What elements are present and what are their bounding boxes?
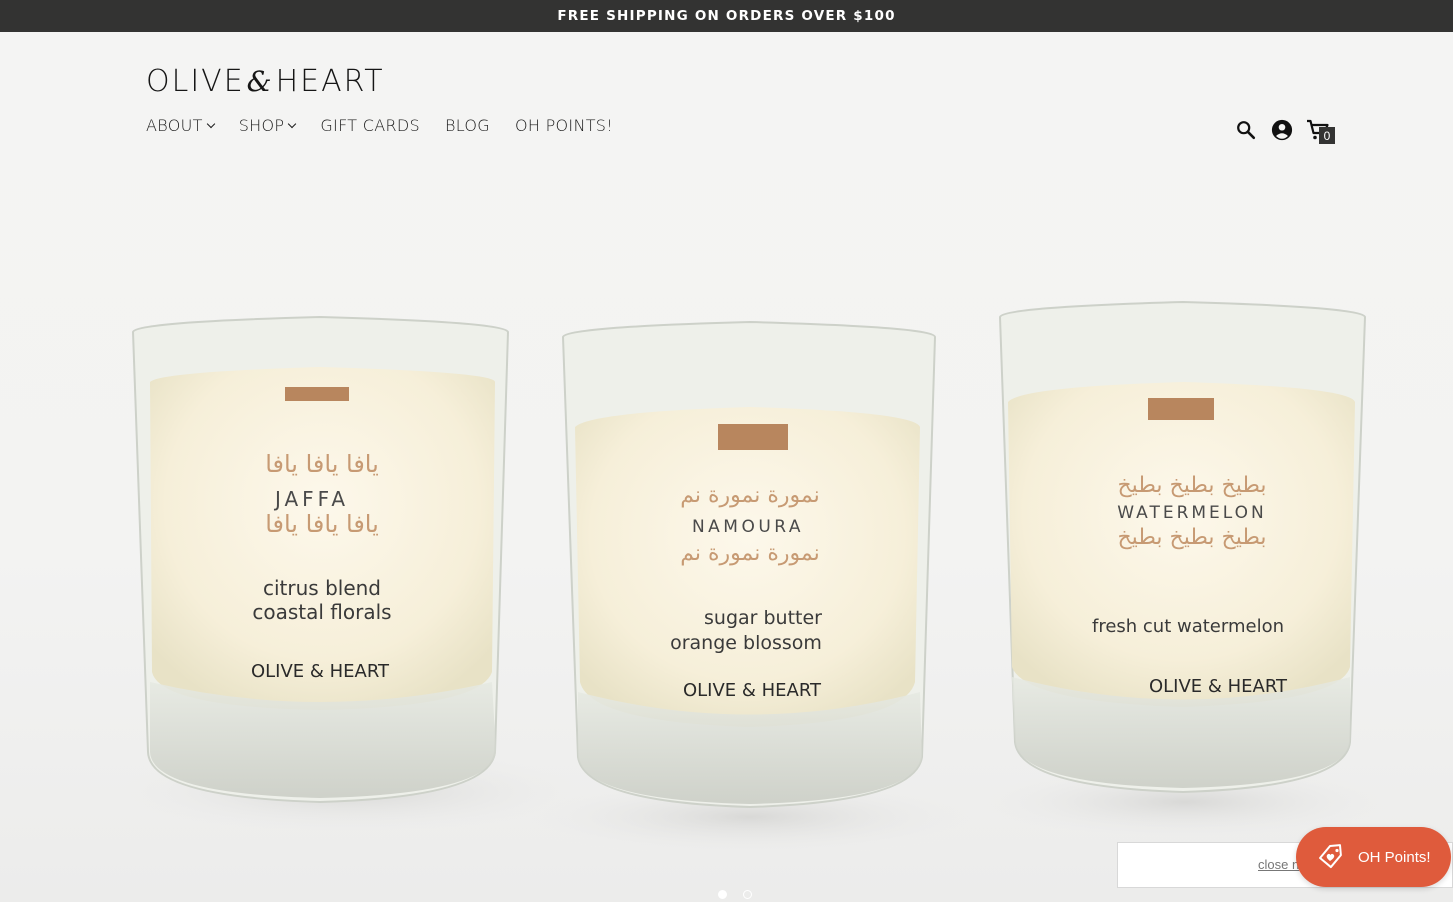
tag-heart-icon bbox=[1319, 844, 1342, 869]
jaffa-arabic-3: يافا يافا يافا bbox=[265, 510, 379, 538]
nav-about-label: ABOUT bbox=[146, 116, 203, 135]
cart-count-badge: 0 bbox=[1319, 127, 1335, 144]
namoura-scent-2: orange blossom bbox=[670, 632, 822, 654]
logo-word-2: HEART bbox=[275, 64, 385, 99]
namoura-arabic-3: نمورة نمورة نم bbox=[680, 541, 819, 566]
oh-points-label: OH Points! bbox=[1358, 848, 1431, 866]
search-icon bbox=[1237, 121, 1256, 140]
namoura-name: NAMOURA bbox=[692, 517, 804, 537]
announcement-bar: FREE SHIPPING ON ORDERS OVER $100 bbox=[0, 0, 1453, 32]
nav-oh-points-label: OH POINTS! bbox=[514, 116, 613, 135]
nav-oh-points[interactable]: OH POINTS! bbox=[515, 116, 613, 135]
slider-dot-1[interactable] bbox=[718, 890, 727, 899]
chevron-down-icon bbox=[288, 119, 297, 129]
watermelon-brand: OLIVE & HEART bbox=[1149, 676, 1288, 697]
chevron-down-icon bbox=[206, 119, 215, 129]
logo-ampersand: & bbox=[246, 65, 274, 98]
namoura-scent-1: sugar butter bbox=[704, 607, 822, 629]
nav-shop[interactable]: SHOP bbox=[238, 116, 297, 135]
hero-banner[interactable]: يافا يافا يافا JAFFA يافا يافا يافا citr… bbox=[0, 32, 1453, 902]
logo-word-1: OLIVE bbox=[146, 64, 245, 99]
account-button[interactable] bbox=[1270, 118, 1294, 142]
nav-blog-label: BLOG bbox=[444, 116, 490, 135]
watermelon-arabic-3: بطيخ بطيخ بطيخ bbox=[1117, 525, 1266, 550]
namoura-brand: OLIVE & HEART bbox=[683, 680, 822, 701]
slider-dots bbox=[718, 890, 752, 899]
watermelon-scent-1: fresh cut watermelon bbox=[1092, 616, 1284, 637]
nav-blog[interactable]: BLOG bbox=[445, 116, 490, 135]
nav-about[interactable]: ABOUT bbox=[146, 116, 215, 135]
nav-gift-cards-label: GIFT CARDS bbox=[320, 116, 420, 135]
search-button[interactable] bbox=[1234, 118, 1258, 142]
jaffa-name: JAFFA bbox=[273, 487, 349, 511]
candle-watermelon bbox=[955, 300, 1415, 842]
nav-shop-label: SHOP bbox=[238, 116, 285, 135]
jaffa-brand: OLIVE & HEART bbox=[251, 661, 390, 682]
account-icon bbox=[1271, 119, 1293, 141]
close-link[interactable]: close n bbox=[1258, 857, 1299, 872]
nav-gift-cards[interactable]: GIFT CARDS bbox=[320, 116, 420, 135]
cart-button[interactable]: 0 bbox=[1306, 118, 1335, 144]
site-header: OLIVE & HEART ABOUT SHOP GIFT CARDS BLOG… bbox=[0, 32, 1453, 162]
header-tools: 0 bbox=[1234, 118, 1335, 144]
main-nav: ABOUT SHOP GIFT CARDS BLOG OH POINTS! bbox=[146, 116, 613, 135]
slider-dot-2[interactable] bbox=[743, 890, 752, 899]
watermelon-arabic-1: بطيخ بطيخ بطيخ bbox=[1117, 473, 1266, 498]
namoura-arabic-1: نمورة نمورة نم bbox=[680, 483, 819, 508]
jaffa-arabic-1: يافا يافا يافا bbox=[265, 450, 379, 478]
announcement-text: FREE SHIPPING ON ORDERS OVER $100 bbox=[557, 8, 896, 24]
jaffa-scent-2: coastal florals bbox=[252, 600, 391, 624]
jaffa-scent-1: citrus blend bbox=[263, 576, 381, 600]
watermelon-name: WATERMELON bbox=[1117, 503, 1267, 523]
oh-points-launcher[interactable]: OH Points! bbox=[1296, 827, 1451, 887]
brand-logo[interactable]: OLIVE & HEART bbox=[146, 64, 385, 99]
candles-image: يافا يافا يافا JAFFA يافا يافا يافا citr… bbox=[90, 300, 1415, 857]
